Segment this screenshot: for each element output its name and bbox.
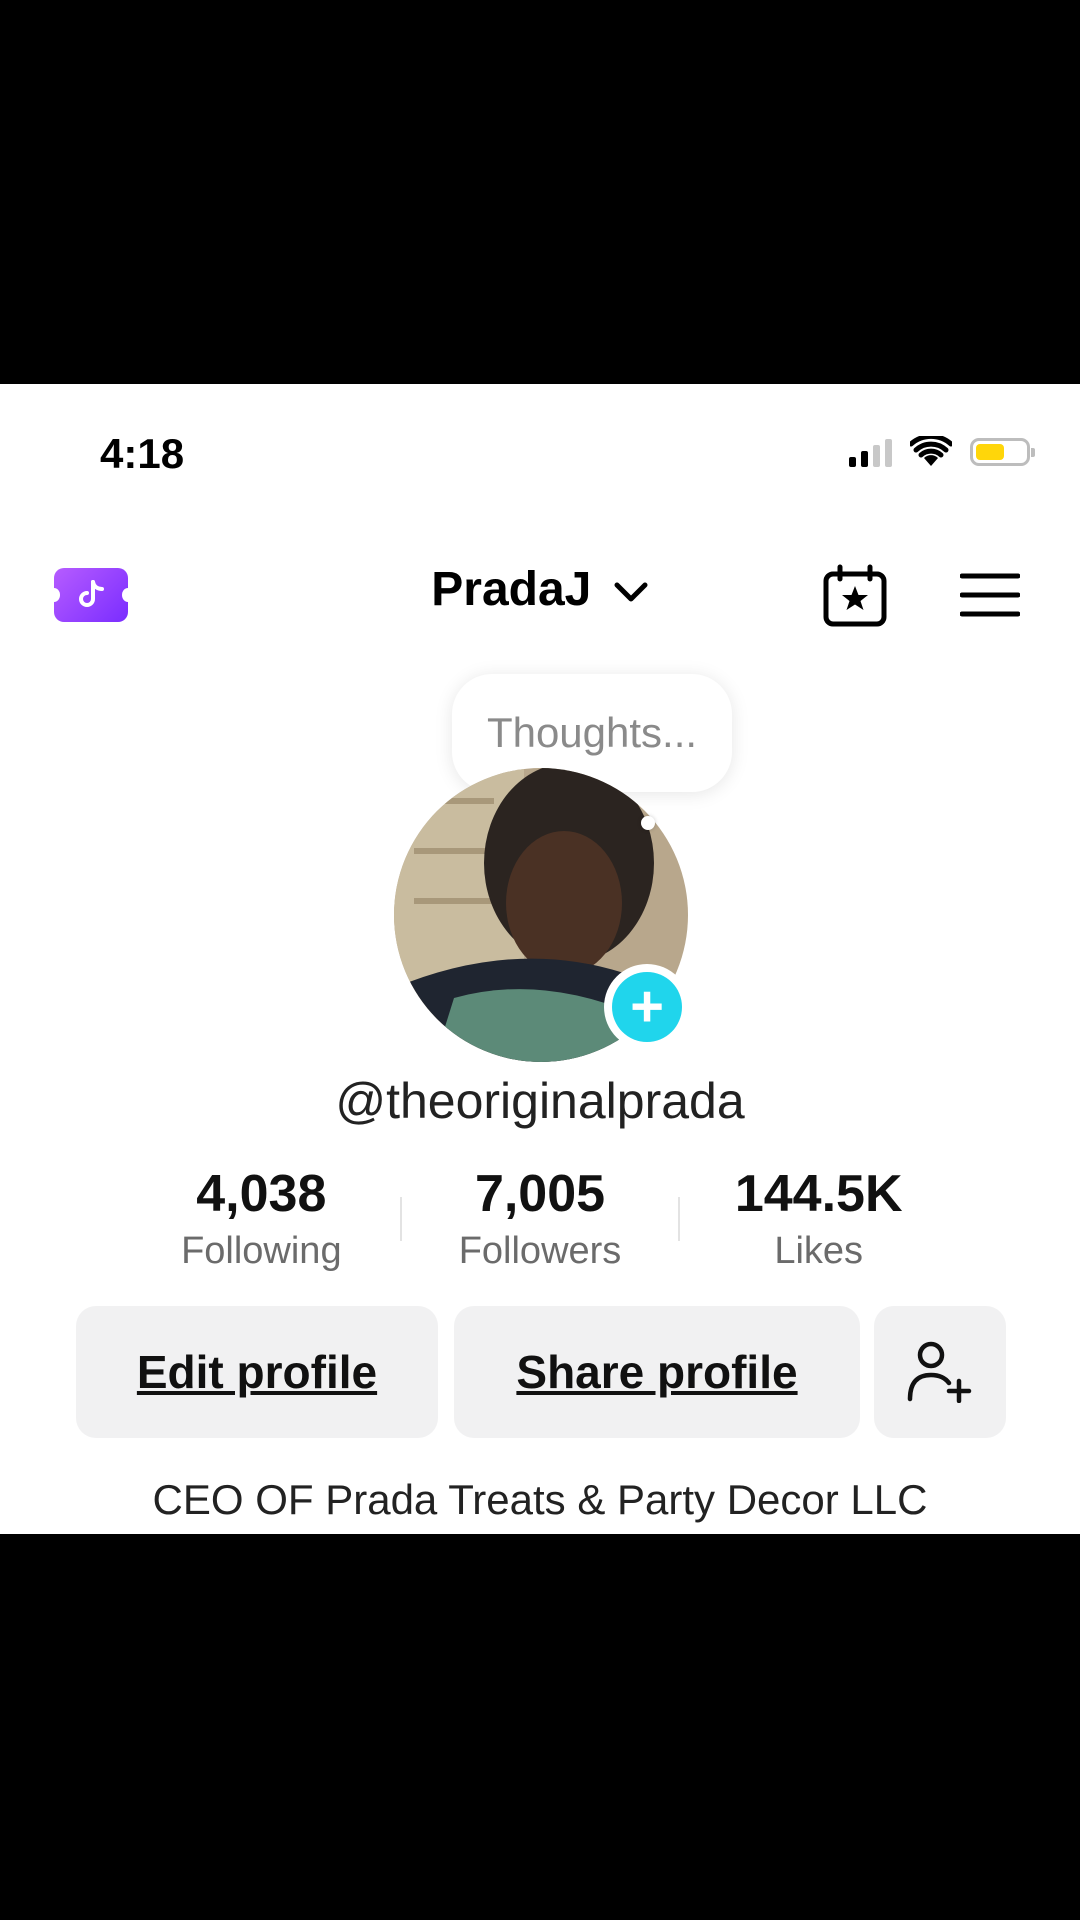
profile-stats: 4,038 Following 7,005 Followers 144.5K L… bbox=[122, 1164, 958, 1273]
add-story-button[interactable]: + bbox=[604, 964, 690, 1050]
battery-icon bbox=[970, 438, 1035, 466]
stat-value: 7,005 bbox=[474, 1165, 606, 1223]
menu-icon[interactable] bbox=[960, 572, 1020, 618]
add-friend-button[interactable] bbox=[874, 1306, 1006, 1438]
chevron-down-icon bbox=[614, 582, 648, 602]
edit-profile-label: Edit profile bbox=[136, 1346, 378, 1398]
add-friend-icon bbox=[907, 1341, 972, 1403]
stat-value: 144.5K bbox=[734, 1165, 903, 1223]
status-time: 4:18 bbox=[100, 430, 185, 477]
stat-followers[interactable]: 7,005 Followers bbox=[401, 1164, 680, 1273]
account-switcher[interactable]: PradaJ bbox=[0, 562, 1080, 617]
stat-divider bbox=[678, 1197, 680, 1241]
stat-label: Followers bbox=[458, 1230, 622, 1272]
status-icons bbox=[849, 436, 1035, 468]
stat-label: Following bbox=[181, 1230, 342, 1272]
thought-bubble-dot bbox=[641, 816, 655, 830]
share-profile-button[interactable]: Share profile bbox=[454, 1306, 860, 1438]
edit-profile-button[interactable]: Edit profile bbox=[76, 1306, 438, 1438]
stat-label: Likes bbox=[774, 1230, 864, 1272]
thought-bubble-text: Thoughts... bbox=[486, 709, 698, 756]
stat-value: 4,038 bbox=[196, 1165, 327, 1223]
account-name: PradaJ bbox=[431, 563, 592, 616]
wifi-icon bbox=[910, 436, 952, 466]
username-handle: @theoriginalprada bbox=[335, 1073, 745, 1129]
stat-divider bbox=[400, 1197, 402, 1241]
signal-icon bbox=[849, 437, 892, 467]
add-icon: + bbox=[612, 972, 682, 1042]
calendar-star-icon[interactable] bbox=[822, 564, 888, 628]
thought-bubble[interactable]: Thoughts... bbox=[452, 674, 732, 792]
stat-following[interactable]: 4,038 Following bbox=[122, 1164, 401, 1273]
profile-bio: CEO OF Prada Treats & Party Decor LLC bbox=[152, 1476, 928, 1523]
profile-screen: 4:18 PradaJ Thoughts... + @theoriginalpr… bbox=[0, 384, 1080, 1534]
stat-likes[interactable]: 144.5K Likes bbox=[679, 1164, 958, 1273]
share-profile-label: Share profile bbox=[516, 1346, 798, 1398]
